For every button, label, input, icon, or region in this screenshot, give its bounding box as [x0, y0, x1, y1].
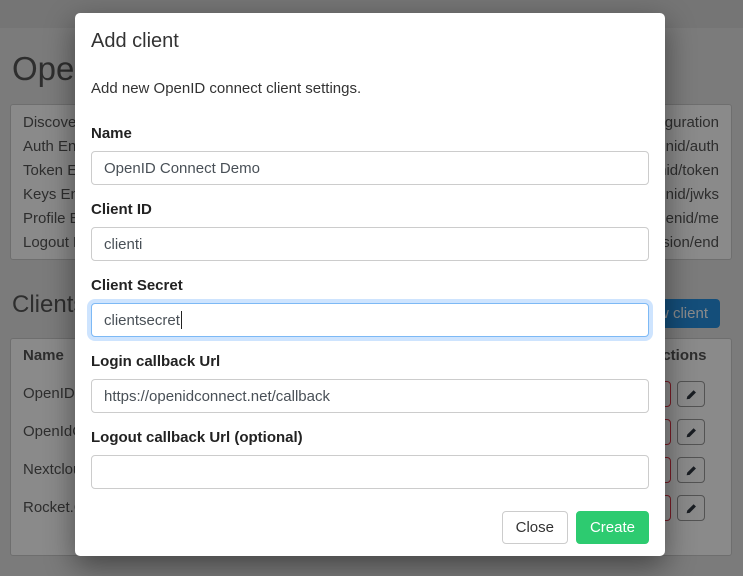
client-secret-label: Client Secret	[91, 277, 649, 294]
login-callback-field-group: Login callback Url	[91, 353, 649, 413]
client-id-label: Client ID	[91, 201, 649, 218]
modal-title: Add client	[91, 30, 649, 53]
create-button[interactable]: Create	[576, 511, 649, 544]
client-id-field-group: Client ID	[91, 201, 649, 261]
screen: OpenID Connect Discovery Endpoint /.well…	[0, 0, 743, 576]
logout-callback-label: Logout callback Url (optional)	[91, 429, 649, 446]
client-secret-value: clientsecret	[104, 312, 180, 329]
modal-footer: Close Create	[91, 511, 649, 544]
logout-callback-field-group: Logout callback Url (optional)	[91, 429, 649, 489]
text-cursor	[181, 311, 182, 329]
name-input[interactable]	[91, 151, 649, 185]
close-button[interactable]: Close	[502, 511, 568, 544]
name-field-group: Name	[91, 125, 649, 185]
modal-description: Add new OpenID connect client settings.	[91, 80, 649, 97]
login-callback-label: Login callback Url	[91, 353, 649, 370]
client-secret-field-group: Client Secret clientsecret	[91, 277, 649, 337]
client-id-input[interactable]	[91, 227, 649, 261]
name-label: Name	[91, 125, 649, 142]
add-client-modal: Add client Add new OpenID connect client…	[75, 13, 665, 556]
logout-callback-input[interactable]	[91, 455, 649, 489]
client-secret-input[interactable]: clientsecret	[91, 303, 649, 337]
login-callback-input[interactable]	[91, 379, 649, 413]
